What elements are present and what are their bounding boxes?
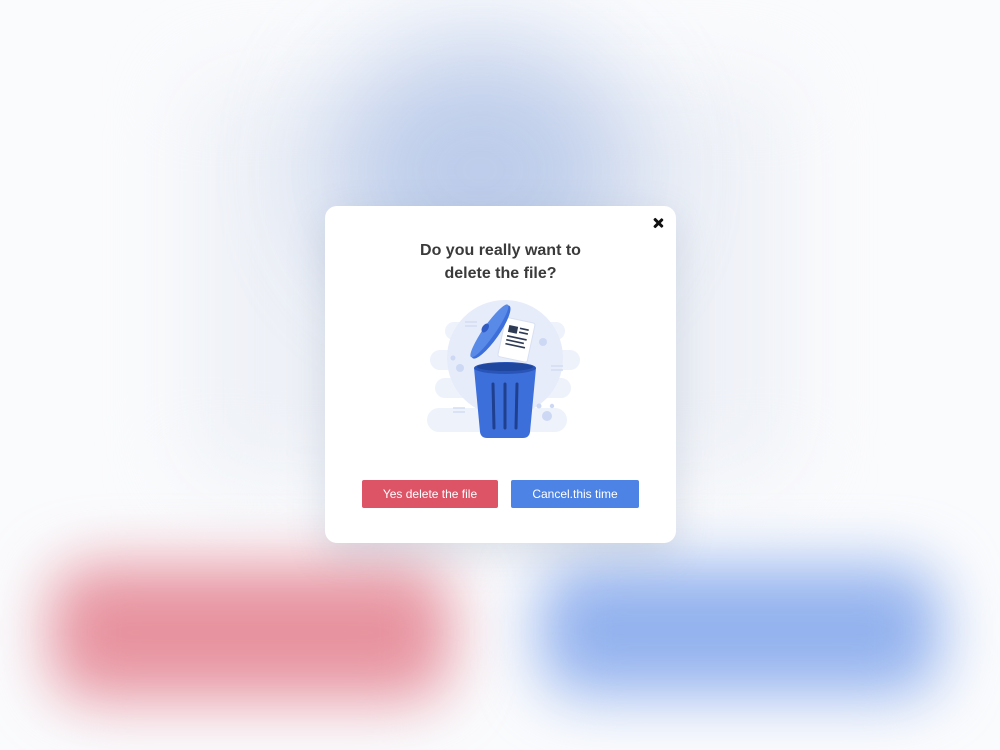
confirm-delete-button[interactable]: Yes delete the file — [362, 480, 498, 508]
close-icon[interactable] — [651, 216, 665, 230]
trash-bin-with-document-icon — [427, 300, 580, 438]
delete-confirmation-dialog: Do you really want to delete the file? Y… — [325, 206, 676, 543]
background-red-button-blur — [50, 565, 450, 700]
dialog-title-line-2: delete the file? — [444, 265, 557, 282]
cancel-button[interactable]: Cancel.this time — [511, 480, 639, 508]
dialog-title: Do you really want to delete the file? — [325, 239, 676, 285]
background-blue-button-blur — [540, 565, 940, 695]
dialog-title-line-1: Do you really want to — [420, 242, 581, 259]
